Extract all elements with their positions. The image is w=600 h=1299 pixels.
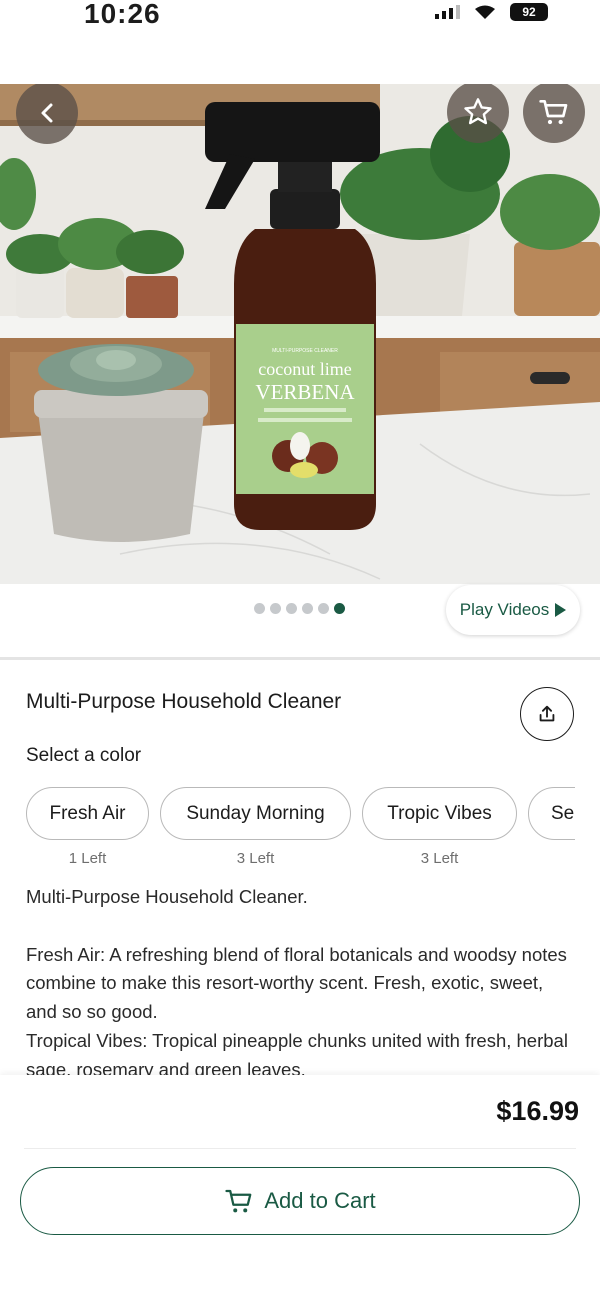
carousel-dot[interactable] [302, 603, 313, 614]
carousel-dot-active[interactable] [334, 603, 345, 614]
product-title: Multi-Purpose Household Cleaner [26, 690, 342, 713]
description-tropical-vibes: Tropical Vibes: Tropical pineapple chunk… [26, 1029, 568, 1075]
stock-fresh-air: 1 Left [68, 850, 107, 867]
carousel-dot[interactable] [318, 603, 329, 614]
product-photo: MULTI-PURPOSE CLEANER coconut lime VERBE… [0, 84, 600, 584]
battery-icon: 92 [510, 3, 548, 21]
cart-icon [539, 100, 568, 125]
play-videos-label: Play Videos [459, 600, 550, 619]
product-description: Multi-Purpose Household Cleaner. Fresh A… [26, 883, 576, 1075]
option-partial[interactable]: Se [528, 787, 575, 840]
carousel-dots[interactable] [254, 603, 345, 614]
signal-icon [435, 5, 460, 19]
footer-divider [24, 1148, 576, 1149]
favorite-button[interactable] [447, 84, 509, 143]
star-outline-icon [464, 98, 492, 125]
carousel-dot[interactable] [270, 603, 281, 614]
carousel-dot[interactable] [286, 603, 297, 614]
select-color-label: Select a color [26, 745, 142, 766]
purchase-footer: $16.99 Add to Cart [0, 1075, 600, 1299]
share-button[interactable] [520, 687, 574, 741]
product-image[interactable]: MULTI-PURPOSE CLEANER coconut lime VERBE… [0, 84, 600, 584]
play-triangle-icon [555, 603, 567, 617]
add-to-cart-button[interactable]: Add to Cart [20, 1167, 580, 1235]
description-fresh-air: Fresh Air: A refreshing blend of floral … [26, 943, 567, 1023]
stock-tropic-vibes: 3 Left [420, 850, 459, 867]
label-top-text: MULTI-PURPOSE CLEANER [272, 348, 338, 354]
status-time: 10:26 [84, 0, 161, 29]
label-line1-text: coconut lime [258, 359, 351, 379]
description-intro: Multi-Purpose Household Cleaner. [26, 886, 308, 907]
option-tropic-vibes[interactable]: Tropic Vibes [362, 787, 517, 840]
cart-button[interactable] [523, 84, 585, 143]
option-fresh-air[interactable]: Fresh Air [26, 787, 149, 840]
wifi-icon [475, 5, 495, 19]
cart-icon [225, 1189, 252, 1213]
play-videos-button[interactable]: Play Videos [446, 585, 580, 635]
status-bar: 10:26 92 [0, 0, 600, 48]
status-icons: 92 [435, 0, 548, 32]
label-line2-text: VERBENA [255, 380, 355, 404]
chevron-left-icon [41, 103, 53, 123]
color-options: Fresh Air Sunday Morning Tropic Vibes Se [26, 787, 575, 841]
price: $16.99 [496, 1096, 579, 1126]
section-divider [0, 657, 600, 660]
add-to-cart-label: Add to Cart [264, 1188, 376, 1213]
share-upload-icon [539, 705, 555, 722]
carousel-dot[interactable] [254, 603, 265, 614]
option-sunday-morning[interactable]: Sunday Morning [160, 787, 351, 840]
stock-sunday-morning: 3 Left [236, 850, 275, 867]
back-button[interactable] [16, 84, 78, 144]
